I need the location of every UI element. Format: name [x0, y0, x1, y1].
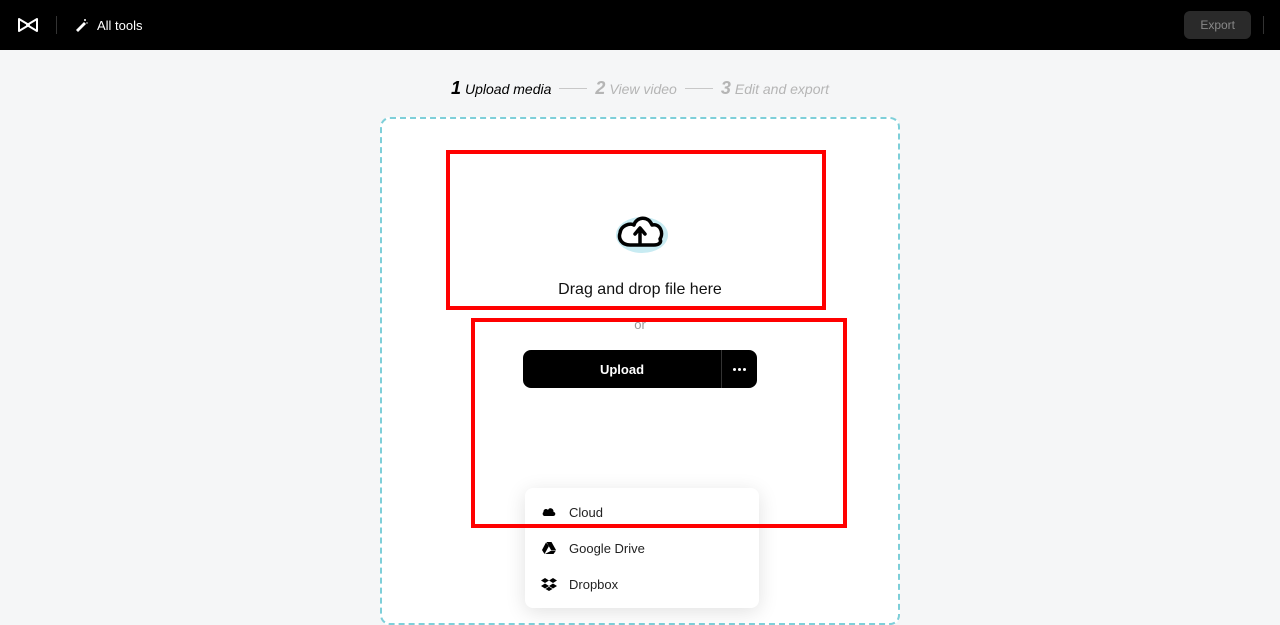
cloud-icon-wrap — [382, 207, 898, 257]
app-header: All tools Export — [0, 0, 1280, 50]
dropdown-item-label: Cloud — [569, 505, 603, 520]
or-divider-text: or — [382, 317, 898, 332]
step-connector — [559, 88, 587, 89]
step-connector — [685, 88, 713, 89]
dropbox-icon — [541, 576, 557, 592]
header-right: Export — [1184, 11, 1264, 39]
upload-button[interactable]: Upload — [523, 350, 721, 388]
step-2: 2 View video — [595, 78, 676, 99]
google-drive-icon — [541, 540, 557, 556]
capcut-logo-icon[interactable] — [16, 13, 40, 37]
header-divider-right — [1263, 16, 1264, 34]
upload-button-row: Upload — [382, 350, 898, 388]
dropdown-item-google-drive[interactable]: Google Drive — [525, 530, 759, 566]
upload-dropzone[interactable]: Drag and drop file here or Upload — [380, 117, 900, 625]
step-label: Upload media — [465, 81, 551, 97]
all-tools-label: All tools — [97, 18, 143, 33]
dropdown-item-dropbox[interactable]: Dropbox — [525, 566, 759, 602]
dropdown-item-label: Google Drive — [569, 541, 645, 556]
step-number: 1 — [451, 78, 461, 99]
export-button[interactable]: Export — [1184, 11, 1251, 39]
step-label: View video — [609, 81, 676, 97]
magic-wand-icon — [73, 17, 89, 33]
all-tools-button[interactable]: All tools — [73, 17, 143, 33]
step-3: 3 Edit and export — [721, 78, 829, 99]
upload-more-options-button[interactable] — [721, 350, 757, 388]
progress-stepper: 1 Upload media 2 View video 3 Edit and e… — [0, 78, 1280, 99]
step-1: 1 Upload media — [451, 78, 551, 99]
cloud-icon — [541, 504, 557, 520]
drag-drop-text: Drag and drop file here — [382, 281, 898, 299]
header-divider — [56, 16, 57, 34]
dots-horizontal-icon — [733, 368, 746, 371]
step-label: Edit and export — [735, 81, 829, 97]
step-number: 3 — [721, 78, 731, 99]
header-left: All tools — [16, 13, 143, 37]
cloud-upload-icon — [610, 207, 670, 257]
upload-button-group: Upload — [523, 350, 757, 388]
dropdown-item-label: Dropbox — [569, 577, 618, 592]
step-number: 2 — [595, 78, 605, 99]
main-area: Drag and drop file here or Upload — [0, 117, 1280, 625]
dropdown-item-cloud[interactable]: Cloud — [525, 494, 759, 530]
upload-source-dropdown: Cloud Google Drive Dropbox — [525, 488, 759, 608]
